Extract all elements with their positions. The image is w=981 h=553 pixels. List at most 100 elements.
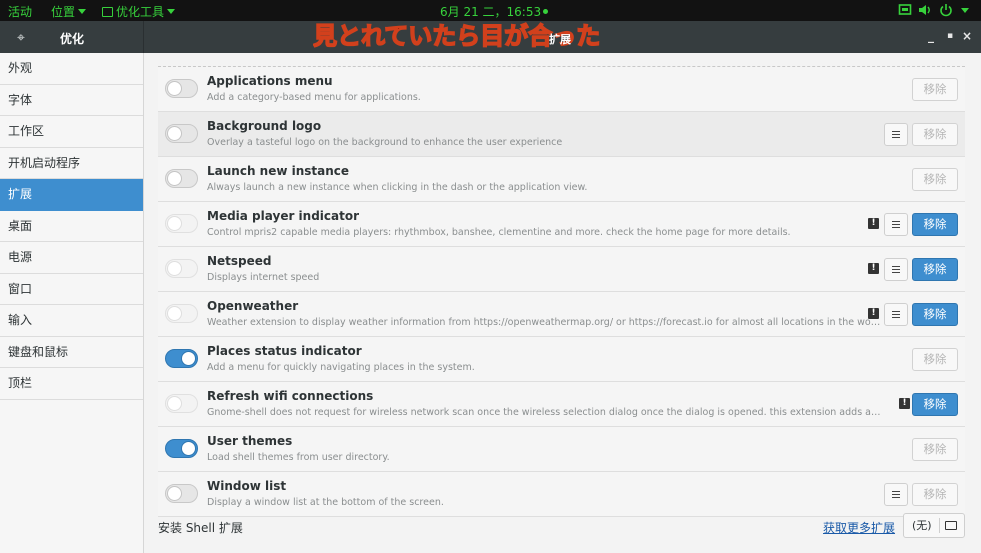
app-title: 优化 <box>60 32 85 46</box>
clock-label: 6月 21 二，16:53 <box>440 5 542 19</box>
warning-icon: ! <box>868 218 879 229</box>
sidebar-item-windows[interactable]: 窗口 <box>0 274 143 305</box>
places-menu[interactable]: 位置 <box>51 3 87 20</box>
folder-icon <box>945 521 957 530</box>
toggle-knob <box>167 126 182 141</box>
sidebar-item-power[interactable]: 电源 <box>0 242 143 274</box>
extension-settings-button[interactable] <box>884 258 908 281</box>
sidebar-item-appearance[interactable]: 外观 <box>0 53 143 85</box>
toggle-knob <box>167 171 182 186</box>
extension-description: Gnome-shell does not request for wireles… <box>207 407 883 418</box>
extension-row: Media player indicator Control mpris2 cap… <box>158 202 965 247</box>
extension-toggle[interactable] <box>165 79 198 98</box>
extension-toggle[interactable] <box>165 124 198 143</box>
toggle-knob <box>181 351 196 366</box>
extension-description: Control mpris2 capable media players: rh… <box>207 227 791 238</box>
extension-remove-button[interactable]: 移除 <box>912 123 958 146</box>
extension-description: Add a category-based menu for applicatio… <box>207 92 421 103</box>
clock[interactable]: 6月 21 二，16:53 <box>440 3 549 20</box>
close-icon[interactable]: × <box>960 29 974 43</box>
sidebar-item-workspaces[interactable]: 工作区 <box>0 116 143 148</box>
header-bar: ⌖ 优化 見とれていたら目が合った 扩展 _ ▪ × <box>0 21 981 53</box>
search-icon[interactable]: ⌖ <box>13 30 29 46</box>
screen-icon[interactable] <box>898 3 912 17</box>
toggle-knob <box>167 81 182 96</box>
maximize-icon[interactable]: ▪ <box>943 29 957 43</box>
toggle-knob <box>181 441 196 456</box>
extension-toggle[interactable] <box>165 169 198 188</box>
extension-description: Weather extension to display weather inf… <box>207 317 883 328</box>
extension-settings-button[interactable] <box>884 483 908 506</box>
sidebar-item-startup-apps[interactable]: 开机启动程序 <box>0 148 143 179</box>
get-more-extensions-link[interactable]: 获取更多扩展 <box>823 519 895 536</box>
extension-description: Displays internet speed <box>207 272 320 283</box>
file-chooser-label: (无) <box>912 519 932 532</box>
extension-remove-button[interactable]: 移除 <box>912 348 958 371</box>
extension-name: Netspeed <box>207 254 272 268</box>
extension-description: Add a menu for quickly navigating places… <box>207 362 475 373</box>
extension-name: Refresh wifi connections <box>207 389 374 403</box>
chevron-down-icon <box>78 9 87 14</box>
sidebar-item-top-bar[interactable]: 顶栏 <box>0 368 143 400</box>
chevron-down-icon <box>167 9 176 14</box>
extension-name: User themes <box>207 434 293 448</box>
places-label: 位置 <box>51 5 76 19</box>
power-icon[interactable] <box>939 3 953 17</box>
extension-settings-button[interactable] <box>884 303 908 326</box>
extension-description: Overlay a tasteful logo on the backgroun… <box>207 137 563 148</box>
extension-file-chooser-button[interactable]: (无) <box>903 513 965 538</box>
extension-row: Launch new instance Always launch a new i… <box>158 157 965 202</box>
extension-remove-button[interactable]: 移除 <box>912 303 958 326</box>
menu-icon <box>892 491 900 498</box>
sidebar-item-extensions[interactable]: 扩展 <box>0 179 143 211</box>
extension-row: Netspeed Displays internet speed! 移除 <box>158 247 965 292</box>
menu-icon <box>892 131 900 138</box>
header-sidebar-section: ⌖ 优化 <box>0 21 144 53</box>
extension-settings-button[interactable] <box>884 123 908 146</box>
toggle-knob <box>167 486 182 501</box>
toggle-knob <box>167 396 182 411</box>
volume-icon[interactable] <box>918 3 932 17</box>
warning-icon: ! <box>868 263 879 274</box>
page-title: 扩展 <box>549 33 571 46</box>
extension-toggle[interactable] <box>165 304 198 323</box>
extension-remove-button[interactable]: 移除 <box>912 78 958 101</box>
extension-row: Background logo Overlay a tasteful logo o… <box>158 112 965 157</box>
activities-button[interactable]: 活动 <box>8 3 32 20</box>
notification-dot-icon <box>543 9 549 14</box>
sidebar-item-fonts[interactable]: 字体 <box>0 85 143 116</box>
system-menu-chevron-icon[interactable] <box>961 8 969 13</box>
minimize-icon[interactable]: _ <box>924 29 938 43</box>
extension-toggle[interactable] <box>165 349 198 368</box>
warning-icon: ! <box>868 308 879 319</box>
extension-settings-button[interactable] <box>884 213 908 236</box>
menu-icon <box>892 221 900 228</box>
extension-remove-button[interactable]: 移除 <box>912 483 958 506</box>
extension-description: Display a window list at the bottom of t… <box>207 497 444 508</box>
sidebar-item-typing[interactable]: 输入 <box>0 305 143 337</box>
extension-remove-button[interactable]: 移除 <box>912 168 958 191</box>
extension-row: Refresh wifi connections Gnome-shell does… <box>158 382 965 427</box>
extension-row: User themes Load shell themes from user d… <box>158 427 965 472</box>
install-shell-extension-label: 安装 Shell 扩展 <box>158 521 243 535</box>
extension-name: Media player indicator <box>207 209 360 223</box>
extension-toggle[interactable] <box>165 259 198 278</box>
menu-icon <box>892 266 900 273</box>
sidebar-item-keyboard-mouse[interactable]: 键盘和鼠标 <box>0 337 143 368</box>
extension-toggle[interactable] <box>165 394 198 413</box>
extension-toggle[interactable] <box>165 214 198 233</box>
warning-icon: ! <box>899 398 910 409</box>
app-menu[interactable]: 优化工具 <box>102 3 176 20</box>
extensions-panel: Applications menu Add a category-based me… <box>145 53 981 553</box>
extension-toggle[interactable] <box>165 439 198 458</box>
extension-toggle[interactable] <box>165 484 198 503</box>
extension-name: Applications menu <box>207 74 333 88</box>
app-menu-label: 优化工具 <box>116 5 165 19</box>
extension-remove-button[interactable]: 移除 <box>912 438 958 461</box>
extension-remove-button[interactable]: 移除 <box>912 213 958 236</box>
file-chooser-divider <box>939 518 940 533</box>
extension-row: Window list Display a window list at the … <box>158 472 965 517</box>
extension-remove-button[interactable]: 移除 <box>912 393 958 416</box>
sidebar-item-desktop[interactable]: 桌面 <box>0 211 143 242</box>
extension-remove-button[interactable]: 移除 <box>912 258 958 281</box>
